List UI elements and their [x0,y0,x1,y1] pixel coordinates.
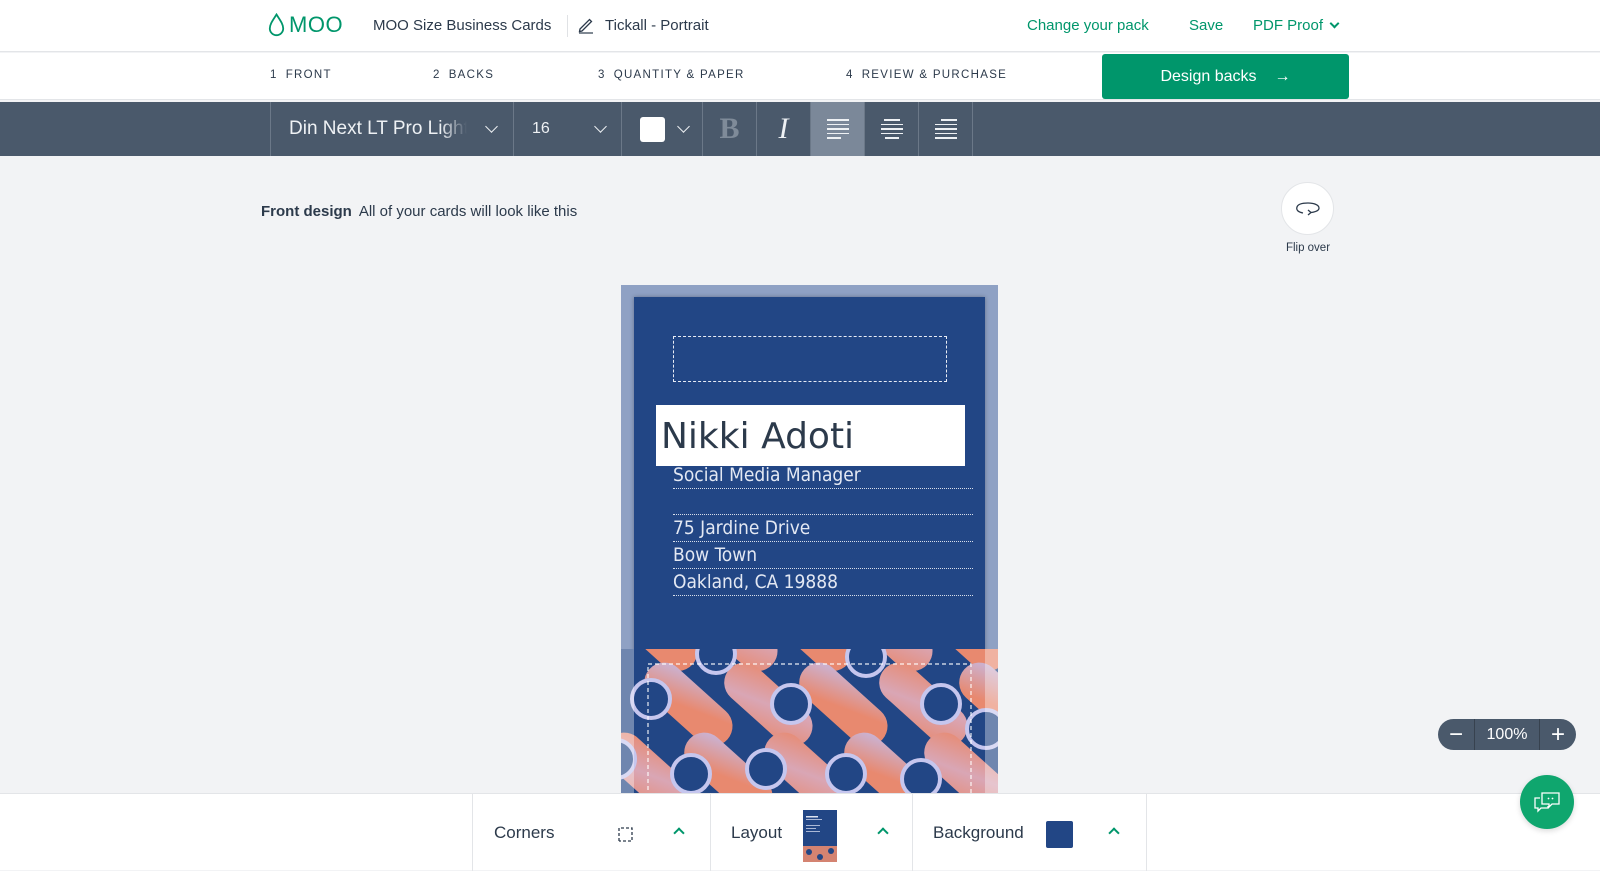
step-number: 2 [433,69,441,81]
droplet-icon [268,13,285,37]
step-backs[interactable]: 2 BACKS [433,69,494,81]
text-color-picker[interactable] [621,102,702,156]
card-preview: Social Media Manager 75 Jardine Drive Bo… [621,285,998,795]
align-center-button[interactable] [864,102,918,156]
step-number: 3 [598,69,606,81]
card-address-line-1[interactable]: 75 Jardine Drive [673,515,973,542]
pencil-icon[interactable] [577,16,595,34]
chat-bubbles-icon [1534,792,1560,813]
change-pack-link[interactable]: Change your pack [1027,17,1149,34]
card-job-title[interactable]: Social Media Manager [673,462,973,489]
italic-icon: I [778,112,789,145]
chevron-up-icon [673,827,685,839]
card-address-line-2[interactable]: Bow Town [673,542,973,569]
bold-icon: B [719,112,740,145]
chevron-up-icon [877,827,889,839]
flip-over-button[interactable] [1281,182,1334,235]
step-label: FRONT [285,69,332,81]
caption-title: Front design [261,203,352,220]
font-family-value: Din Next LT Pro Light [289,118,467,139]
text-toolbar: Din Next LT Pro Light 16 B I [0,102,1600,156]
layout-thumbnail [803,810,837,862]
bold-button[interactable]: B [702,102,756,156]
zoom-in-button[interactable]: + [1540,719,1576,750]
design-name[interactable]: Tickall - Portrait [605,17,709,34]
italic-button[interactable]: I [756,102,810,156]
card-address-line-3[interactable]: Oakland, CA 19888 [673,569,973,596]
zoom-control: − 100% + [1438,719,1576,750]
chevron-down-icon [1329,18,1340,29]
rotate-icon [1295,201,1320,215]
chevron-down-icon [677,119,690,133]
corners-option[interactable]: Corners [472,794,710,871]
product-name: MOO Size Business Cards [373,17,552,34]
step-number: 1 [270,69,278,81]
step-quantity-paper[interactable]: 3 QUANTITY & PAPER [598,69,745,81]
pattern-ring [670,753,712,795]
step-number: 4 [846,69,854,81]
top-bar: MOO MOO Size Business Cards Tickall - Po… [0,0,1600,52]
chat-button[interactable] [1520,775,1574,829]
pattern-ring [845,649,887,678]
card-pattern [621,649,998,795]
align-right-button[interactable] [918,102,973,156]
design-caption: Front design All of your cards will look … [261,203,577,220]
chevron-down-icon [485,119,498,133]
bottom-bar: Corners Layout Background [0,793,1600,871]
minus-icon: − [1448,720,1463,748]
pattern-ring [900,758,942,795]
zoom-out-button[interactable]: − [1438,719,1474,750]
corners-label: Corners [494,822,555,842]
pattern-ring [920,683,962,725]
plus-icon: + [1550,720,1565,748]
step-label: QUANTITY & PAPER [613,69,745,81]
font-family-select[interactable]: Din Next LT Pro Light [270,102,513,156]
card-blank-line[interactable] [673,488,973,515]
background-option[interactable]: Background [912,794,1147,871]
header-divider [567,15,568,37]
arrow-right-icon: → [1274,67,1291,85]
layout-option[interactable]: Layout [710,794,912,871]
font-size-select[interactable]: 16 [513,102,621,156]
design-backs-button[interactable]: Design backs → [1102,54,1349,99]
align-center-icon [880,119,903,139]
pattern-ring [770,683,812,725]
moo-logo[interactable]: MOO [268,12,343,38]
zoom-level: 100% [1474,719,1540,750]
flip-over-label: Flip over [1285,242,1331,254]
chevron-down-icon [594,119,607,133]
align-left-icon [826,119,849,139]
step-front[interactable]: 1 FRONT [270,69,332,81]
chevron-up-icon [1108,827,1120,839]
align-right-icon [934,119,957,139]
pattern-ring [630,678,672,720]
card-name-field[interactable]: Nikki Adoti [656,405,965,466]
save-link[interactable]: Save [1189,17,1223,34]
steps-bar: 1 FRONT 2 BACKS 3 QUANTITY & PAPER 4 REVIEW … [0,53,1600,100]
background-label: Background [933,822,1024,842]
layout-label: Layout [731,822,783,842]
pattern-ring [825,753,867,795]
logo-placeholder[interactable] [673,336,947,382]
color-swatch [640,116,665,142]
pdf-proof-dropdown[interactable]: PDF Proof [1253,17,1340,34]
geometric-pattern-graphic [621,649,998,795]
step-review-purchase[interactable]: 4 REVIEW & PURCHASE [846,69,1007,81]
design-backs-label: Design backs [1160,67,1257,85]
pattern-ring [695,649,737,675]
font-size-value: 16 [532,120,550,137]
align-left-button[interactable] [810,102,864,156]
step-label: REVIEW & PURCHASE [861,69,1008,81]
background-color-swatch [1046,821,1073,848]
step-label: BACKS [448,69,495,81]
corner-icon [618,827,633,842]
caption-subtitle: All of your cards will look like this [358,203,578,220]
pattern-ring [745,748,787,790]
brand-name: MOO [289,12,344,37]
pdf-proof-label: PDF Proof [1253,17,1324,34]
